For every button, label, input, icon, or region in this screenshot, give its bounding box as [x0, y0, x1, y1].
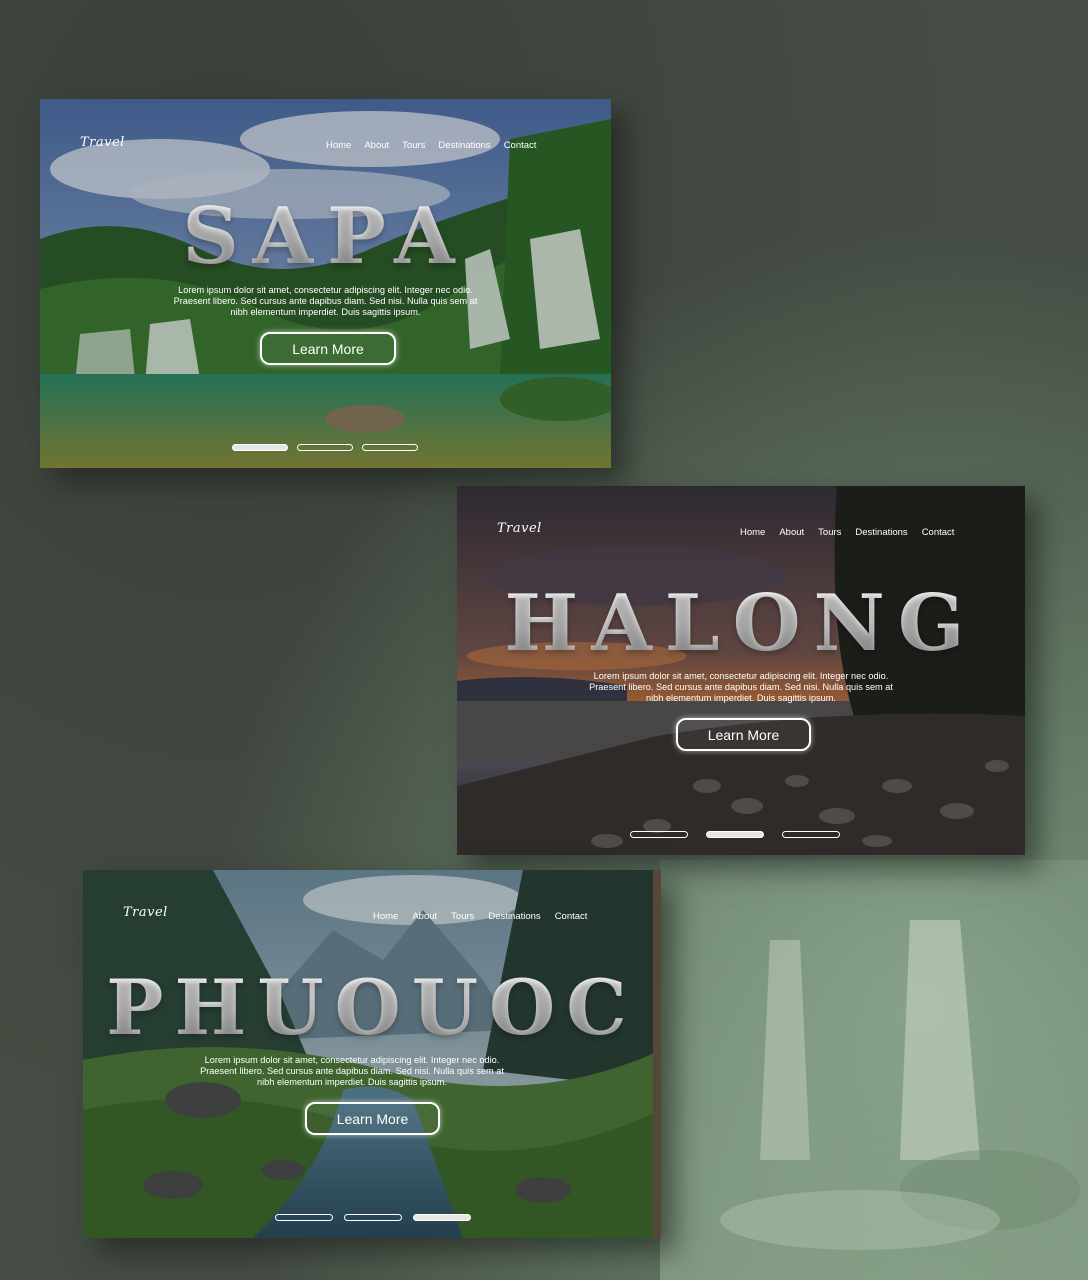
learn-more-button[interactable]: Learn More: [676, 718, 811, 751]
description-line: Lorem ipsum dolor sit amet, consectetur …: [178, 285, 473, 295]
description-line: Praesent libero. Sed cursus ante dapibus…: [589, 682, 893, 692]
slide-card-phuouoc: Travel Home About Tours Destinations Con…: [83, 870, 661, 1238]
hero-title: HALONG: [457, 578, 1025, 669]
slide-indicators: [275, 1214, 481, 1221]
nav-home[interactable]: Home: [326, 140, 351, 151]
slide-indicator-3[interactable]: [413, 1214, 471, 1221]
nav-destinations[interactable]: Destinations: [438, 140, 490, 151]
description-line: nibh elementum imperdiet. Duis sagittis …: [230, 307, 421, 317]
mountain-valley-river-image: [83, 870, 661, 1238]
nav-home[interactable]: Home: [740, 527, 765, 538]
hero-description: Lorem ipsum dolor sit amet, consectetur …: [40, 285, 611, 318]
slide-card-halong: Travel Home About Tours Destinations Con…: [457, 486, 1025, 855]
nav-tours[interactable]: Tours: [402, 140, 425, 151]
brand-logo[interactable]: Travel: [497, 521, 542, 536]
slide-indicators: [232, 444, 428, 451]
description-line: Praesent libero. Sed cursus ante dapibus…: [173, 296, 478, 306]
nav-tours[interactable]: Tours: [451, 911, 474, 922]
waterfall-hero-image: [40, 99, 611, 468]
main-nav: Home About Tours Destinations Contact: [326, 140, 536, 151]
hero-title: PHUOUOC: [83, 963, 661, 1052]
brand-logo[interactable]: Travel: [123, 905, 168, 920]
nav-home[interactable]: Home: [373, 911, 398, 922]
slide-indicator-2[interactable]: [297, 444, 353, 451]
slide-indicator-3[interactable]: [362, 444, 418, 451]
nav-about[interactable]: About: [779, 527, 804, 538]
main-nav: Home About Tours Destinations Contact: [740, 527, 954, 538]
slide-card-sapa: Travel Home About Tours Destinations Con…: [40, 99, 611, 468]
slide-indicator-1[interactable]: [232, 444, 288, 451]
nav-destinations[interactable]: Destinations: [855, 527, 907, 538]
nav-about[interactable]: About: [412, 911, 437, 922]
main-nav: Home About Tours Destinations Contact: [373, 911, 587, 922]
description-line: Praesent libero. Sed cursus ante dapibus…: [200, 1066, 504, 1076]
hero-title: SAPA: [40, 191, 611, 282]
slide-indicator-1[interactable]: [275, 1214, 333, 1221]
slide-indicator-1[interactable]: [630, 831, 688, 838]
nav-tours[interactable]: Tours: [818, 527, 841, 538]
nav-contact[interactable]: Contact: [922, 527, 955, 538]
learn-more-button[interactable]: Learn More: [260, 332, 396, 365]
hero-description: Lorem ipsum dolor sit amet, consectetur …: [83, 1055, 641, 1088]
slide-indicator-2[interactable]: [344, 1214, 402, 1221]
background-waterfall-image: [660, 860, 1088, 1280]
slide-indicator-3[interactable]: [782, 831, 840, 838]
brand-logo[interactable]: Travel: [80, 135, 125, 150]
nav-about[interactable]: About: [364, 140, 389, 151]
nav-contact[interactable]: Contact: [555, 911, 588, 922]
description-line: nibh elementum imperdiet. Duis sagittis …: [646, 693, 836, 703]
nav-destinations[interactable]: Destinations: [488, 911, 540, 922]
slide-indicators: [630, 831, 850, 838]
slide-indicator-2[interactable]: [706, 831, 764, 838]
description-line: Lorem ipsum dolor sit amet, consectetur …: [204, 1055, 500, 1065]
description-line: Lorem ipsum dolor sit amet, consectetur …: [593, 671, 889, 681]
description-line: nibh elementum imperdiet. Duis sagittis …: [257, 1077, 447, 1087]
hero-description: Lorem ipsum dolor sit amet, consectetur …: [457, 671, 1025, 704]
learn-more-button[interactable]: Learn More: [305, 1102, 440, 1135]
nav-contact[interactable]: Contact: [504, 140, 537, 151]
